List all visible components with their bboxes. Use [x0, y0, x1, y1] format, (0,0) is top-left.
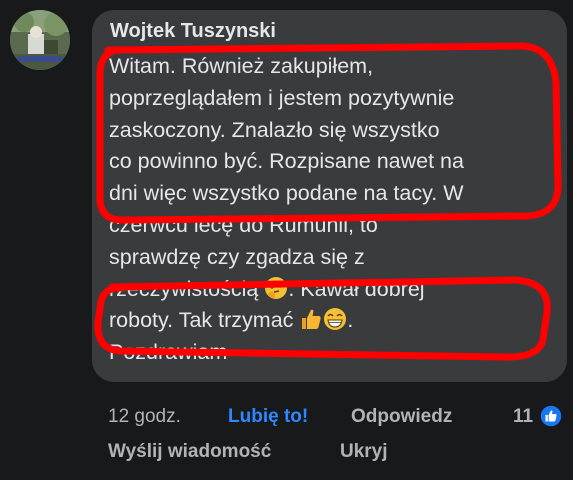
hide-button[interactable]: Ukryj: [340, 441, 388, 463]
comment-line: Witam. Również zakupiłem,: [109, 54, 374, 78]
grinning-face-emoji: [323, 307, 347, 331]
comment-line-text: roboty. Tak trzymać: [109, 308, 294, 333]
thumbs-up-emoji: [299, 307, 323, 331]
thinking-face-emoji: [264, 276, 288, 300]
comment-line: czerwcu lecę do Rumunii, to: [109, 212, 378, 237]
comment-line: zaskoczony. Znalazło się wszystko: [109, 117, 440, 142]
comment-line: roboty. Tak trzymać .: [109, 305, 569, 337]
avatar[interactable]: [10, 10, 70, 70]
comment-line: sprawdzę czy zgadza się z: [109, 244, 365, 269]
comment-line-text: rzeczywistością: [109, 276, 259, 301]
comment-text: Witam. Również zakupiłem, poprzeglądałem…: [109, 51, 569, 369]
send-message-button[interactable]: Wyślij wiadomość: [108, 441, 271, 463]
reply-button[interactable]: Odpowiedz: [351, 406, 452, 428]
comment-line-text: . Kawał dobrej: [288, 276, 425, 301]
comment-line-text: .: [347, 308, 354, 333]
comment-line: dni więc wszystko podane na tacy. W: [109, 181, 464, 206]
like-button[interactable]: Lubię to!: [228, 406, 308, 428]
avatar-photo: [10, 10, 70, 70]
comment-line: poprzeglądałem i jestem pozytywnie: [109, 85, 455, 110]
comment-author[interactable]: Wojtek Tuszynski: [110, 20, 276, 43]
comment-timestamp[interactable]: 12 godz.: [108, 406, 181, 428]
comment-line: rzeczywistością . Kawał dobrej: [109, 274, 569, 306]
comment-line: co powinno być. Rozpisane nawet na: [109, 149, 464, 174]
comment-line: Pozdrawiam: [109, 340, 228, 365]
reaction-count: 11: [513, 406, 534, 427]
like-reaction-icon: [539, 404, 563, 434]
